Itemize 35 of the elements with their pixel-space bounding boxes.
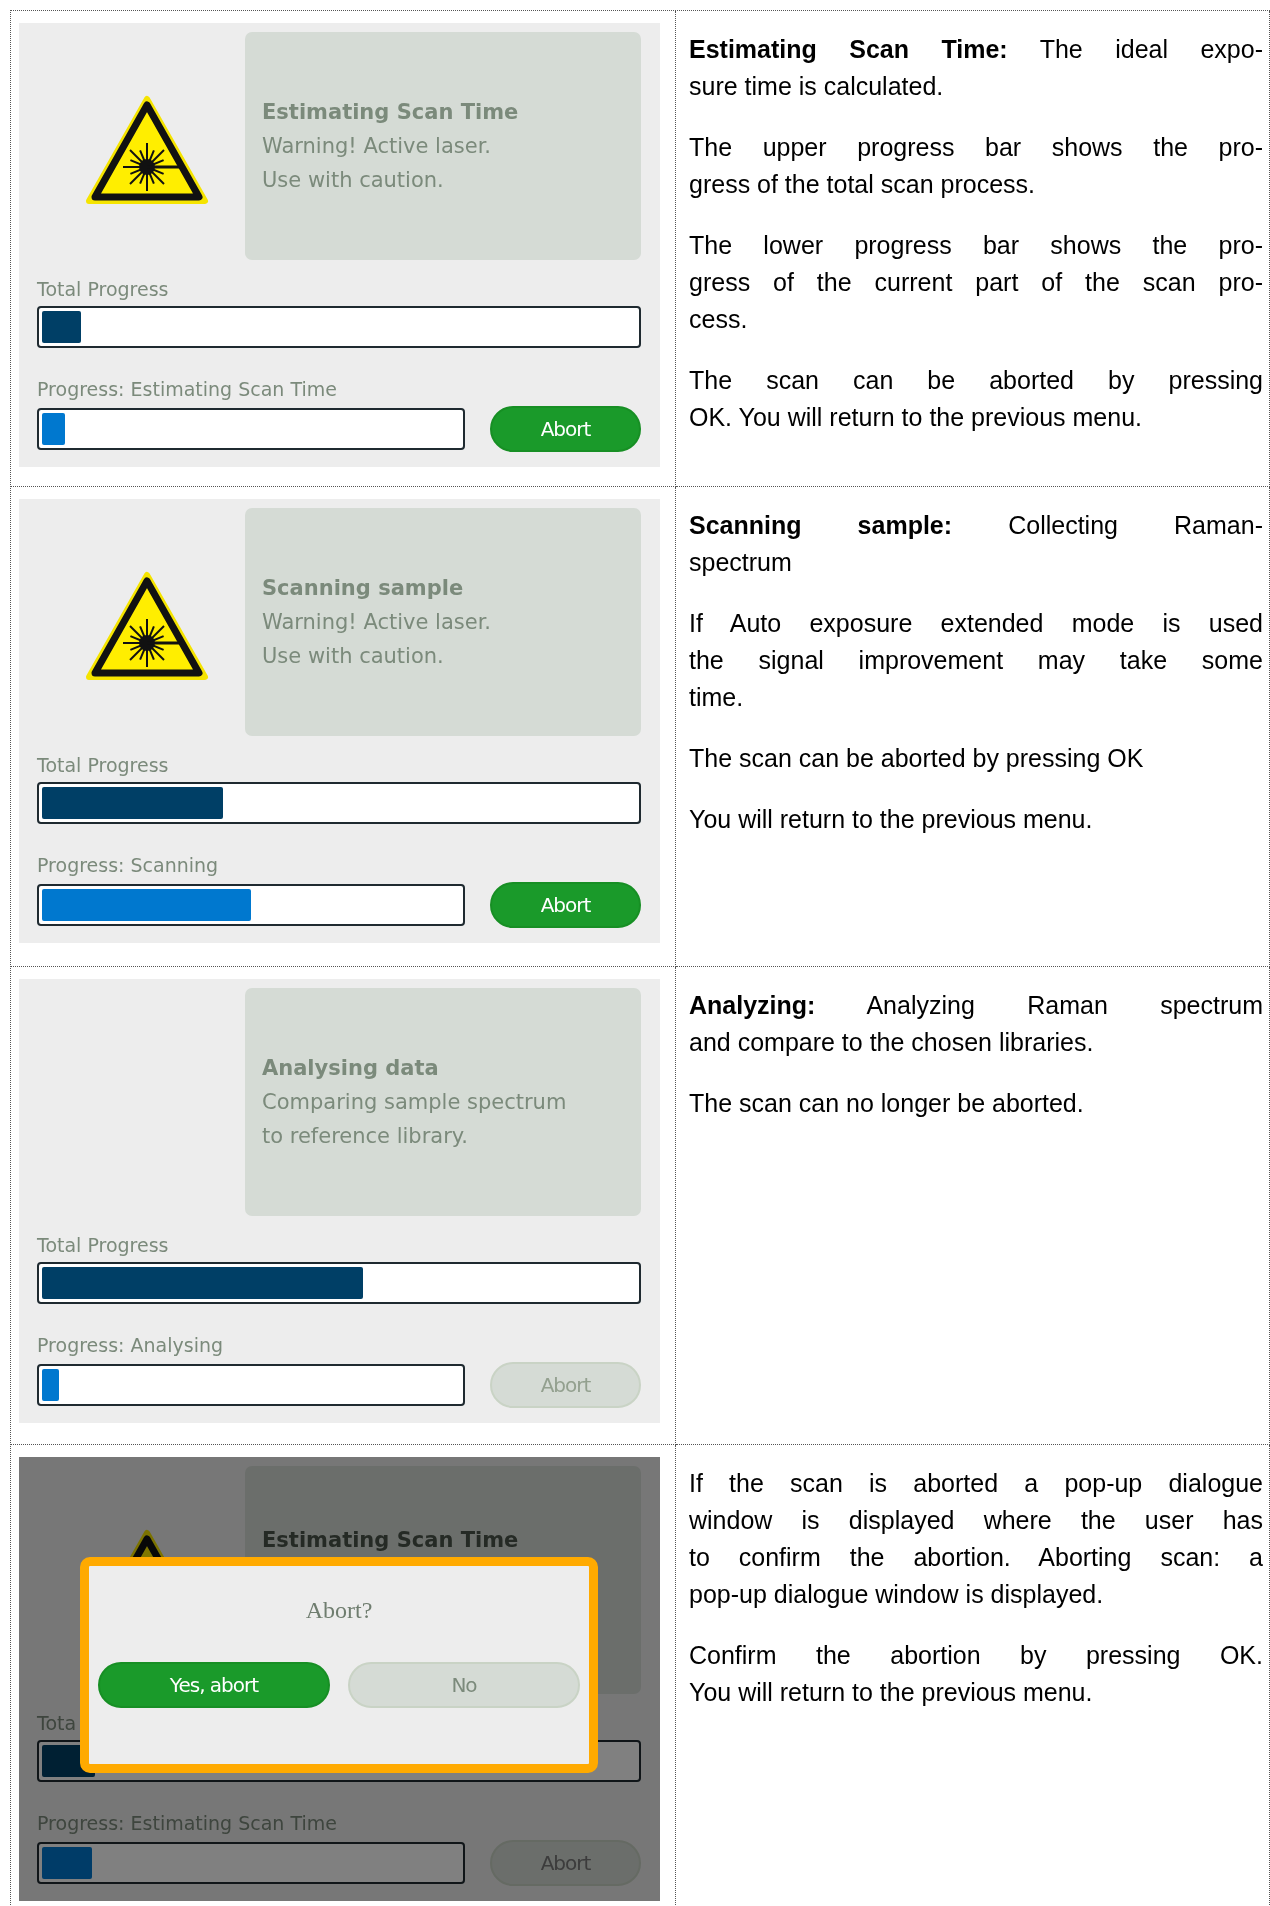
total-progress-label: Total Progress xyxy=(37,1233,169,1258)
message-text: Comparing sample spectrum xyxy=(262,1089,567,1116)
description-paragraph: Confirm the abortion by pressing OK. You will return to the previous menu. xyxy=(689,1640,1263,1708)
description-paragraph: Estimating Scan Time: The ideal expo- sure time is calculated. xyxy=(689,34,1263,102)
confirm-button[interactable]: Yes, abort xyxy=(98,1662,330,1708)
description-paragraph: You will return to the previous menu. xyxy=(689,804,1094,835)
message-text: to reference library. xyxy=(262,1123,468,1150)
description-paragraph: If Auto exposure extended mode is used the signal improvement may take some time. xyxy=(689,608,1263,713)
message-title: Estimating Scan Time xyxy=(262,99,519,126)
total-progress-label: Total Progress xyxy=(37,753,169,778)
abort-button[interactable]: Abort xyxy=(490,882,641,928)
description-paragraph: The scan can no longer be aborted. xyxy=(689,1088,1085,1119)
progress-label: Progress: Scanning xyxy=(37,853,219,878)
message-text: Use with caution. xyxy=(262,643,444,670)
abort-button[interactable]: Abort xyxy=(490,406,641,452)
description-paragraph: The lower progress bar shows the pro- gress of the current part of the scan pro- cess. xyxy=(689,230,1263,335)
message-title: Estimating Scan Time xyxy=(262,1527,519,1554)
description-paragraph: Scanning sample: Collecting Raman- spectrum xyxy=(689,510,1263,578)
cancel-button[interactable]: No xyxy=(348,1662,580,1708)
progress-label: Progress: Estimating Scan Time xyxy=(37,377,337,402)
progress-label: Progress: Estimating Scan Time xyxy=(37,1811,337,1836)
total-progress-label: Total Progress xyxy=(37,277,169,302)
message-title: Scanning sample xyxy=(262,575,464,602)
description-paragraph: Analyzing: Analyzing Raman spectrum and compare to the chosen libraries. xyxy=(689,990,1263,1058)
description-paragraph: The scan can be aborted by pressing OK xyxy=(689,743,1145,774)
total-progress-label: Tota xyxy=(37,1711,77,1736)
description-paragraph: The upper progress bar shows the pro- gress of the total scan process. xyxy=(689,132,1263,200)
message-text: Warning! Active laser. xyxy=(262,609,491,636)
description-paragraph: The scan can be aborted by pressing OK. You will return to the previous menu. xyxy=(689,365,1263,433)
message-title: Analysing data xyxy=(262,1055,439,1082)
description-paragraph: If the scan is aborted a pop-up dialogue window is displayed where the user has to confirm the abortion. Aborting scan: a pop-up dialogue window is displayed. xyxy=(689,1468,1263,1610)
message-text: Warning! Active laser. xyxy=(262,133,491,160)
dialog-question: Abort? xyxy=(305,1596,373,1625)
message-text: Use with caution. xyxy=(262,167,444,194)
progress-label: Progress: Analysing xyxy=(37,1333,223,1358)
